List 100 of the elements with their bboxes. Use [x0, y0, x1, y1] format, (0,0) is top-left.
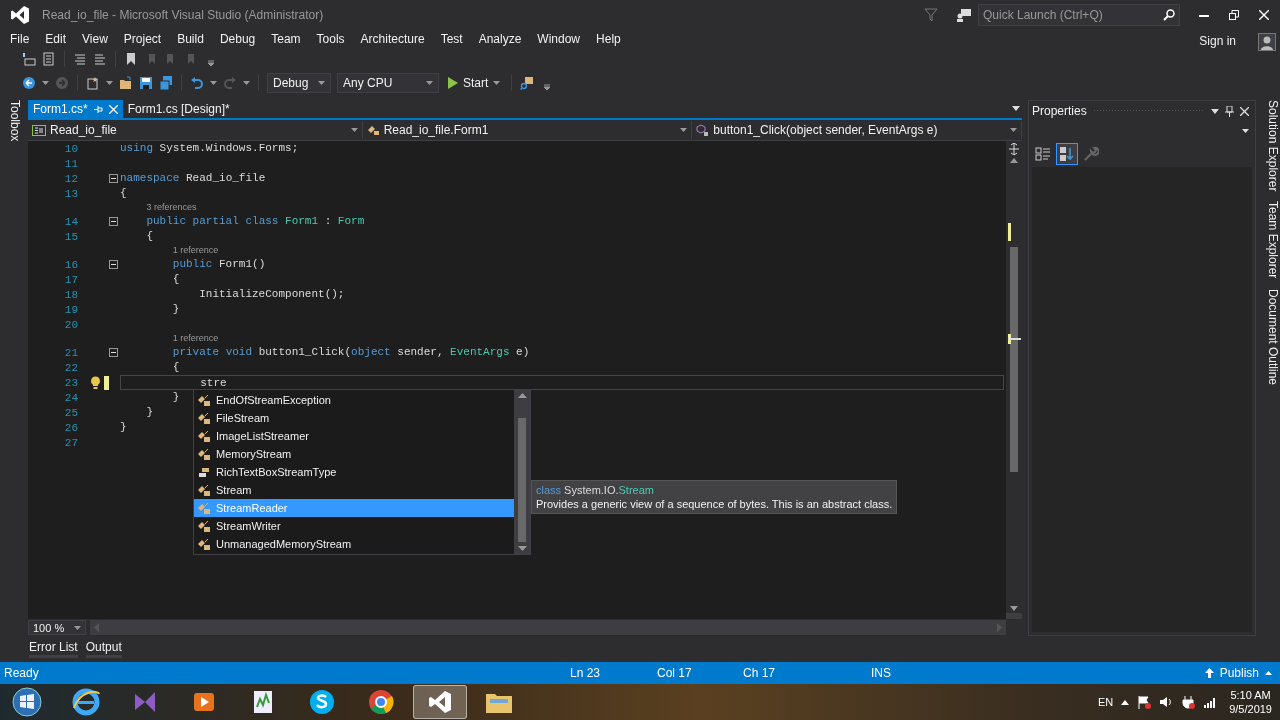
- back-dropdown-caret-icon[interactable]: [42, 81, 49, 85]
- undo-caret-icon[interactable]: [210, 81, 217, 85]
- split-icon[interactable]: [1008, 143, 1020, 155]
- tool-window-tab[interactable]: Output: [85, 640, 122, 658]
- platform-dropdown[interactable]: Any CPU: [337, 73, 439, 93]
- menu-item[interactable]: Project: [115, 32, 170, 46]
- flag-icon[interactable]: [1137, 695, 1152, 709]
- undo-icon[interactable]: [190, 76, 204, 90]
- menu-item[interactable]: Architecture: [352, 32, 433, 46]
- panel-menu-caret-icon[interactable]: [1211, 108, 1219, 114]
- completion-item[interactable]: StreamWriter: [194, 517, 514, 535]
- references-link[interactable]: 3 references: [146, 202, 197, 212]
- collapse-icon[interactable]: [109, 217, 118, 226]
- completion-item[interactable]: FileStream: [194, 409, 514, 427]
- menu-item[interactable]: Tools: [308, 32, 353, 46]
- indent-icon[interactable]: [22, 52, 36, 66]
- wrench-icon[interactable]: [1083, 146, 1099, 162]
- caret-icon[interactable]: [1010, 128, 1017, 132]
- avatar-icon[interactable]: [1258, 33, 1276, 51]
- save-icon[interactable]: [139, 76, 153, 90]
- caret-icon[interactable]: [426, 81, 433, 85]
- side-tab[interactable]: Solution Explorer: [1262, 100, 1280, 192]
- new-project-caret-icon[interactable]: [106, 81, 113, 85]
- popup-scrollbar[interactable]: [514, 390, 530, 554]
- quick-launch-field[interactable]: Quick Launch (Ctrl+Q): [978, 4, 1180, 26]
- navigation-dropdown[interactable]: Read_io_file.Form1: [362, 121, 693, 139]
- align-right-icon[interactable]: [93, 52, 107, 66]
- orb-icon[interactable]: [12, 687, 42, 717]
- side-tab[interactable]: Document Outline: [1262, 288, 1280, 385]
- completion-item[interactable]: ImageListStreamer: [194, 427, 514, 445]
- zoom-dropdown[interactable]: 100 %: [28, 620, 87, 635]
- back-icon[interactable]: [22, 76, 36, 90]
- categorized-icon[interactable]: [1035, 146, 1051, 162]
- menu-item[interactable]: Team: [263, 32, 309, 46]
- start-button[interactable]: Start: [445, 76, 504, 90]
- menu-item[interactable]: Window: [529, 32, 589, 46]
- notepad-icon[interactable]: [251, 689, 275, 715]
- tool-window-tab[interactable]: Error List: [29, 640, 78, 658]
- tab-list-caret-icon[interactable]: [1012, 106, 1020, 111]
- menu-item[interactable]: Debug: [211, 32, 264, 46]
- configuration-dropdown[interactable]: Debug: [267, 73, 331, 93]
- speaker-icon[interactable]: [1159, 695, 1174, 709]
- document-lines-icon[interactable]: [42, 52, 56, 66]
- completion-item[interactable]: RichTextBoxStreamType: [194, 463, 514, 481]
- open-folder-icon[interactable]: [119, 76, 133, 90]
- toolbox-tab[interactable]: Toolbox: [8, 100, 22, 142]
- new-project-icon[interactable]: [86, 76, 100, 90]
- bookmark-icon[interactable]: [124, 52, 138, 66]
- scroll-down-icon[interactable]: [517, 546, 527, 551]
- completion-item[interactable]: EndOfStreamException: [194, 391, 514, 409]
- menu-item[interactable]: Build: [169, 32, 212, 46]
- completion-item[interactable]: UnmanagedMemoryStream: [194, 535, 514, 553]
- navigation-dropdown[interactable]: button1_Click(object sender, EventArgs e): [692, 121, 1022, 139]
- sign-in-link[interactable]: Sign in: [1191, 34, 1244, 48]
- caret-icon[interactable]: [74, 625, 82, 630]
- feedback-icon[interactable]: [956, 8, 972, 22]
- collapse-icon[interactable]: [109, 174, 118, 183]
- menu-item[interactable]: Help: [588, 32, 629, 46]
- clock[interactable]: 5:10 AM 9/5/2019: [1229, 688, 1272, 716]
- letter-s-icon[interactable]: [309, 689, 335, 715]
- collapse-icon[interactable]: [109, 260, 118, 269]
- caret-icon[interactable]: [680, 128, 688, 132]
- document-tab[interactable]: Form1.cs [Design]*: [122, 100, 235, 118]
- search-icon[interactable]: [1163, 9, 1175, 21]
- ribbon-icon[interactable]: [133, 690, 157, 714]
- menu-item[interactable]: View: [74, 32, 116, 46]
- language-indicator[interactable]: EN: [1097, 696, 1114, 708]
- menu-item[interactable]: Test: [432, 32, 471, 46]
- scroll-up-icon[interactable]: [517, 393, 527, 398]
- menu-item[interactable]: Analyze: [470, 32, 530, 46]
- references-link[interactable]: 1 reference: [172, 333, 219, 343]
- alphabetical-sort-icon[interactable]: [1059, 146, 1075, 162]
- collapse-icon[interactable]: [109, 348, 118, 357]
- caret-icon[interactable]: [318, 81, 325, 85]
- menu-item[interactable]: Edit: [37, 32, 75, 46]
- letter-e-icon[interactable]: [72, 688, 100, 716]
- menu-item[interactable]: File: [2, 32, 38, 46]
- caret-icon[interactable]: [350, 128, 358, 132]
- align-left-icon[interactable]: [73, 52, 87, 66]
- signal-icon[interactable]: [1203, 696, 1218, 708]
- side-tab[interactable]: Team Explorer: [1262, 201, 1280, 279]
- play-icon[interactable]: [192, 690, 216, 714]
- lightbulb-icon[interactable]: [90, 376, 101, 389]
- redo-caret-icon[interactable]: [243, 81, 250, 85]
- close-icon[interactable]: [1240, 106, 1249, 116]
- references-link[interactable]: 1 reference: [172, 245, 219, 255]
- completion-item[interactable]: Stream: [194, 481, 514, 499]
- circle-icon[interactable]: [368, 689, 394, 715]
- power-plug-icon[interactable]: [1181, 695, 1196, 709]
- find-in-files-icon[interactable]: [520, 76, 535, 90]
- tray-expand-icon[interactable]: [1121, 699, 1130, 705]
- publish-button[interactable]: Publish: [1204, 666, 1272, 680]
- navigation-dropdown[interactable]: Read_io_file: [28, 121, 363, 139]
- pin-icon[interactable]: [1225, 105, 1234, 117]
- ribbon-icon[interactable]: [427, 689, 453, 715]
- filter-icon[interactable]: [924, 8, 938, 22]
- save-all-icon[interactable]: [159, 76, 173, 90]
- taskbar-button[interactable]: [413, 685, 467, 719]
- caret-icon[interactable]: [493, 81, 501, 85]
- completion-item[interactable]: MemoryStream: [194, 445, 514, 463]
